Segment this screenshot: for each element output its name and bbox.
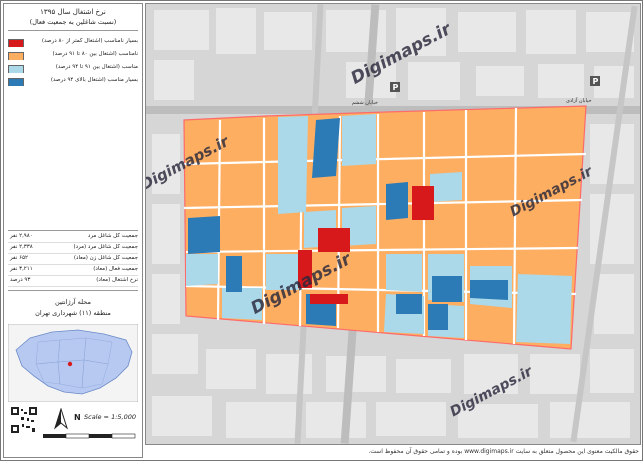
legend-label: مناسب (اشتغال بین ۹۱ تا ۹۴ درصد) bbox=[55, 64, 138, 70]
legend-label: نامناسب (اشتغال بین ۸۰ تا ۹۱ درصد) bbox=[52, 51, 139, 57]
title-separator bbox=[8, 30, 138, 31]
study-area-marker bbox=[67, 361, 73, 367]
legend-swatch bbox=[8, 78, 24, 86]
legend-swatch bbox=[8, 65, 24, 73]
svg-text:P: P bbox=[593, 77, 599, 86]
qr-code-icon bbox=[10, 406, 38, 434]
inset-locator-map bbox=[8, 324, 138, 402]
stat-row: نرخ اشتغال (معاد) ۹۳ درصد bbox=[8, 277, 138, 287]
svg-text:P: P bbox=[393, 83, 399, 92]
stat-row: جمعیت فعال (معاد) ۳,۲۱۱ نفر bbox=[8, 266, 138, 276]
map-svg: خیابان ششم خیابان آزادی P P bbox=[146, 4, 640, 444]
north-label: N bbox=[74, 413, 81, 422]
legend-swatch bbox=[8, 39, 24, 47]
legend-item-poor: نامناسب (اشتغال بین ۸۰ تا ۹۱ درصد) bbox=[8, 51, 138, 60]
neighborhood-name: محله آرژانتین bbox=[55, 298, 91, 306]
stat-row: جمعیت کل شاغل مرد (مرد) ۲,۳۳۸ نفر bbox=[8, 244, 138, 254]
legend-item-very-good: بسیار مناسب (اشتغال بالای ۹۴ درصد) bbox=[8, 77, 138, 86]
legend-swatch bbox=[8, 52, 24, 60]
parking-icon: P bbox=[390, 82, 400, 92]
map-canvas[interactable]: خیابان ششم خیابان آزادی P P Digimaps.ir … bbox=[145, 3, 641, 445]
stats-top-separator bbox=[8, 230, 138, 231]
copyright-footer: حقوق مالکیت معنوی این محصول متعلق به سای… bbox=[368, 448, 639, 455]
legend-item-good: مناسب (اشتغال بین ۹۱ تا ۹۴ درصد) bbox=[8, 64, 138, 73]
legend-label: بسیار نامناسب (اشتغال کمتر از ۸۰ درصد) bbox=[41, 38, 138, 44]
legend-item-very-poor: بسیار نامناسب (اشتغال کمتر از ۸۰ درصد) bbox=[8, 38, 138, 47]
legend-label: بسیار مناسب (اشتغال بالای ۹۴ درصد) bbox=[50, 77, 138, 83]
map-street-label: خیابان آزادی bbox=[566, 97, 592, 104]
north-arrow-icon bbox=[54, 408, 68, 430]
district-name: منطقه (۱۱) شهرداری تهران bbox=[35, 309, 111, 317]
stat-row: جمعیت کل شاغل زن (معاد) ۶۵۲ نفر bbox=[8, 255, 138, 265]
map-title: نرخ اشتغال سال ۱۳۹۵ bbox=[40, 8, 106, 16]
map-subtitle: (نسبت شاغلین به جمعیت فعال) bbox=[29, 18, 117, 26]
scale-text: Scale = 1:5,000 bbox=[84, 413, 136, 421]
parking-icon: P bbox=[590, 76, 600, 86]
scale-bar bbox=[43, 433, 136, 439]
stat-row: جمعیت کل شاغل مرد ۲,۹۸۰ نفر bbox=[8, 233, 138, 243]
map-street-label: خیابان ششم bbox=[352, 100, 378, 106]
map-sidebar: نرخ اشتغال سال ۱۳۹۵ (نسبت شاغلین به جمعی… bbox=[3, 3, 143, 458]
stats-bottom-separator bbox=[8, 290, 138, 291]
